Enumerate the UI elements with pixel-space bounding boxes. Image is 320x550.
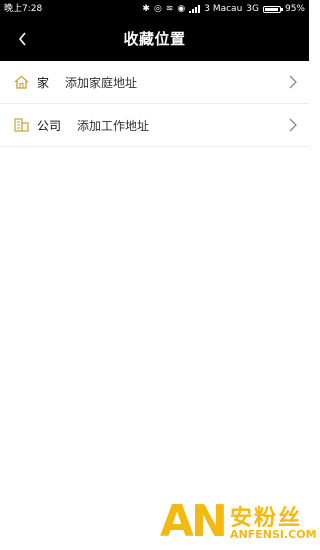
carrier-name: 3 Macau xyxy=(204,4,243,14)
status-right-group: ✱ ◎ ≋ ◉ 3 Macau 3G 95% xyxy=(142,0,305,18)
location-row-company[interactable]: 公司 添加工作地址 xyxy=(0,104,309,147)
alarm-icon: ◎ xyxy=(153,4,162,14)
add-address-text: 添加家庭地址 xyxy=(65,75,138,90)
app-header: 收藏位置 xyxy=(0,18,309,61)
location-label: 公司 xyxy=(37,118,62,133)
favorite-locations-list: 家 添加家庭地址 公司 添加工作地址 xyxy=(0,61,309,147)
watermark-logo: AN 安粉丝 ANFENSI.COM xyxy=(160,496,317,550)
status-time: 晚上7:28 xyxy=(4,4,43,14)
battery-percent: 95% xyxy=(284,4,305,14)
battery-icon xyxy=(262,5,283,13)
watermark-an-logo: AN xyxy=(160,496,228,547)
chevron-right-icon xyxy=(289,75,297,89)
location-label: 家 xyxy=(37,75,50,90)
signal-strength-icon xyxy=(189,5,201,13)
bluetooth-icon: ✱ xyxy=(142,4,150,14)
sync-icon: ◉ xyxy=(177,4,186,14)
add-address-text: 添加工作地址 xyxy=(77,118,150,133)
network-type: 3G xyxy=(246,4,259,14)
wifi-icon: ≋ xyxy=(165,4,174,14)
home-icon xyxy=(13,74,29,90)
location-row-home[interactable]: 家 添加家庭地址 xyxy=(0,61,309,104)
watermark-site: ANFENSI.COM xyxy=(230,528,317,541)
chevron-right-icon xyxy=(289,118,297,132)
status-bar: 晚上7:28 ✱ ◎ ≋ ◉ 3 Macau 3G 95% xyxy=(0,0,309,18)
page-title: 收藏位置 xyxy=(123,30,186,48)
building-icon xyxy=(13,117,29,133)
